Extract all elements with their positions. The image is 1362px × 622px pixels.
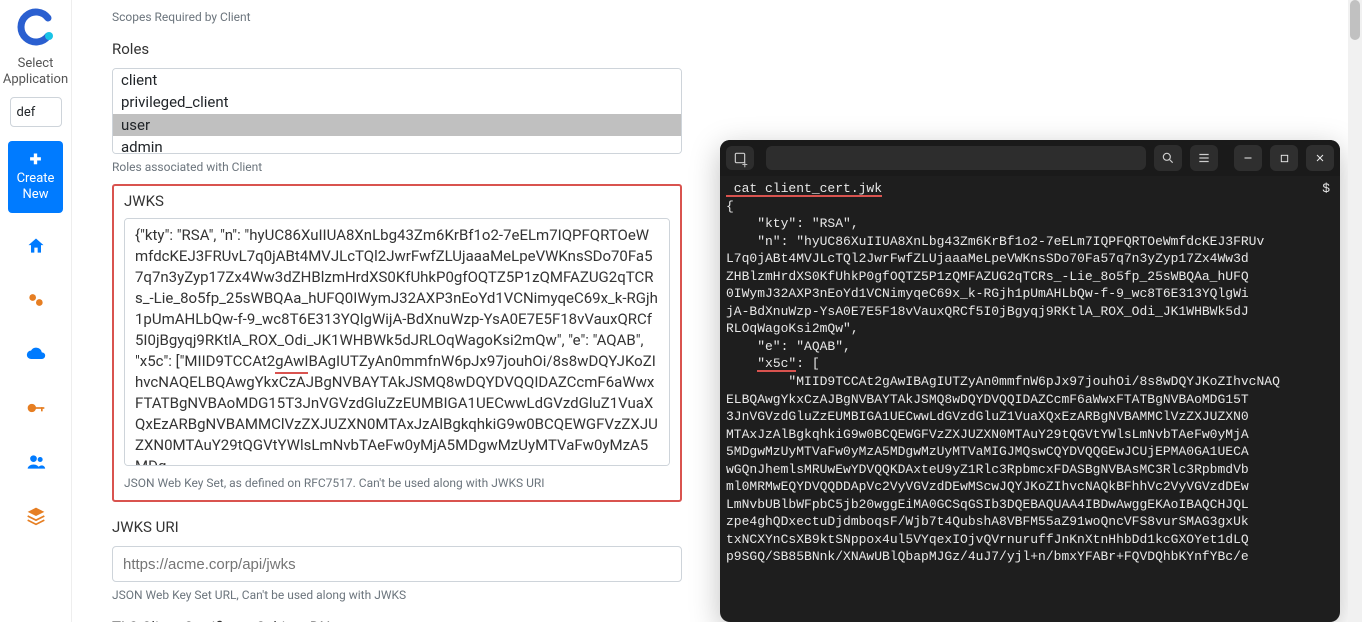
scopes-hint: Scopes Required by Client — [112, 10, 682, 24]
terminal-output-line: wGQnJhemlsMRUwEwYDVQQKDAxteU9yZ1Rlc3Rpbm… — [726, 461, 1334, 479]
terminal-output-line: 0IWymJ32AXP3nEoYd1VCNimyqeC69x_k-RGjh1pU… — [726, 285, 1334, 303]
page-scrollbar[interactable] — [1348, 0, 1362, 622]
minimize-button[interactable] — [1234, 145, 1262, 171]
gears-icon[interactable] — [25, 289, 47, 311]
logo — [15, 6, 57, 48]
role-option[interactable]: privileged_client — [113, 91, 681, 113]
main-panel: Scopes Required by Client Roles clientpr… — [72, 0, 702, 622]
jwks-uri-label: JWKS URI — [112, 518, 682, 536]
terminal-output-line: ELBQAwgYkxCzAJBgNVBAYTAkJSMQ8wDQYDVQQIDA… — [726, 391, 1334, 409]
terminal-output-line: p9SGQ/SB85BNnk/XNAwUBlQbapMJGz/4uJ7/yjl+… — [726, 548, 1334, 566]
plus-icon: + — [742, 160, 748, 171]
terminal-output-line: L7q0jABt4MVJLcTQl2JwrFwfZLUjaaaMeLpeVWKn… — [726, 250, 1334, 268]
terminal-output-line: 5MDgwMzUyMTVaFw0yMzA5MDgwMzUyMTVaMIGJMQs… — [726, 443, 1334, 461]
terminal-output-line: "e": "AQAB", — [726, 338, 1334, 356]
jwks-uri-hint: JSON Web Key Set URL, Can't be used alon… — [112, 588, 682, 602]
prompt-indicator: $ — [1322, 180, 1330, 198]
terminal-address-bar[interactable] — [766, 146, 1146, 170]
scrollbar-thumb[interactable] — [1350, 0, 1360, 40]
search-icon[interactable] — [1154, 145, 1182, 171]
terminal-output-line: MTAxJzAlBgkqhkiG9w0BCQEWGFVzZXJUZXN0MTAu… — [726, 426, 1334, 444]
users-icon[interactable] — [25, 451, 47, 473]
terminal-output-line: "x5c": [ — [726, 355, 1334, 373]
roles-hint: Roles associated with Client — [112, 160, 682, 174]
cloud-icon[interactable] — [25, 343, 47, 365]
terminal-output-line: zpe4ghQDxectuDjdmboqsF/Wjb7t4QubshA8VBFM… — [726, 513, 1334, 531]
terminal-output-line: RLOqWagoKsi2mQw", — [726, 320, 1334, 338]
terminal-output-line: "kty": "RSA", — [726, 215, 1334, 233]
terminal-output-line: "MIID9TCCAt2gAwIBAgIUTZyAn0mmfnW6pJx97jo… — [726, 373, 1334, 391]
key-icon[interactable] — [25, 397, 47, 419]
command-line: cat client_cert.jwk — [726, 182, 882, 197]
create-new-label: Create New — [17, 171, 55, 202]
terminal-output-line: "n": "hyUC86XuIIUA8XnLbg43Zm6KrBf1o2-7eE… — [726, 233, 1334, 251]
role-option[interactable]: admin — [113, 136, 681, 154]
terminal-window: + $ cat client_cert.jwk { "kty": "RSA", … — [720, 140, 1340, 622]
terminal-output-line: jA-BdXnuWzp-YsA0E7E5F18vVauxQRCf5I0jBgyq… — [726, 303, 1334, 321]
application-select[interactable]: def — [10, 97, 62, 127]
jwks-textarea[interactable] — [124, 218, 670, 466]
tls-subject-label: TLS Client Certificate Subject DN — [112, 618, 682, 622]
terminal-titlebar: + — [720, 140, 1340, 176]
terminal-output-line: LmNvbUBlbWFpbC5jb20wggEiMA0GCSqGSIb3DQEB… — [726, 496, 1334, 514]
select-application-label: Select Application — [0, 56, 71, 87]
terminal-body[interactable]: $ cat client_cert.jwk { "kty": "RSA", "n… — [720, 176, 1340, 622]
new-tab-button[interactable]: + — [726, 146, 754, 170]
hamburger-menu-icon[interactable] — [1190, 145, 1218, 171]
terminal-output-line: ml0MRMwEQYDVQQDDApVc2VyVGVzdDEwMScwJQYJK… — [726, 478, 1334, 496]
nav-icons — [25, 235, 47, 527]
terminal-output-line: { — [726, 198, 1334, 216]
close-button[interactable] — [1306, 145, 1334, 171]
plus-icon: ✚ — [12, 152, 59, 169]
role-option[interactable]: client — [113, 69, 681, 91]
sidebar: Select Application def ✚ Create New — [0, 0, 72, 622]
jwks-uri-input[interactable] — [112, 546, 682, 582]
terminal-output-line: ZHBlzmHrdXS0KfUhkP0gfOQTZ5P1zQMFAZUG2qTC… — [726, 268, 1334, 286]
terminal-output-line: txNCXYnCsXB9ktSNppox4ul5VYqexIOjvQVrnuru… — [726, 531, 1334, 549]
layers-icon[interactable] — [25, 505, 47, 527]
jwks-hint: JSON Web Key Set, as defined on RFC7517.… — [124, 476, 670, 490]
roles-listbox[interactable]: clientprivileged_clientuseradmin — [112, 68, 682, 154]
x5c-underline-annotation — [275, 372, 308, 374]
jwks-block-highlight: JWKS JSON Web Key Set, as defined on RFC… — [112, 184, 682, 502]
role-option[interactable]: user — [113, 114, 681, 136]
jwks-label: JWKS — [124, 192, 670, 210]
terminal-output-line: 3JnVGVzdGluZzEUMBIGA1UECwwLdGVzdGluZ1Vua… — [726, 408, 1334, 426]
maximize-button[interactable] — [1270, 145, 1298, 171]
roles-label: Roles — [112, 40, 682, 58]
create-new-button[interactable]: ✚ Create New — [8, 141, 63, 213]
home-icon[interactable] — [25, 235, 47, 257]
